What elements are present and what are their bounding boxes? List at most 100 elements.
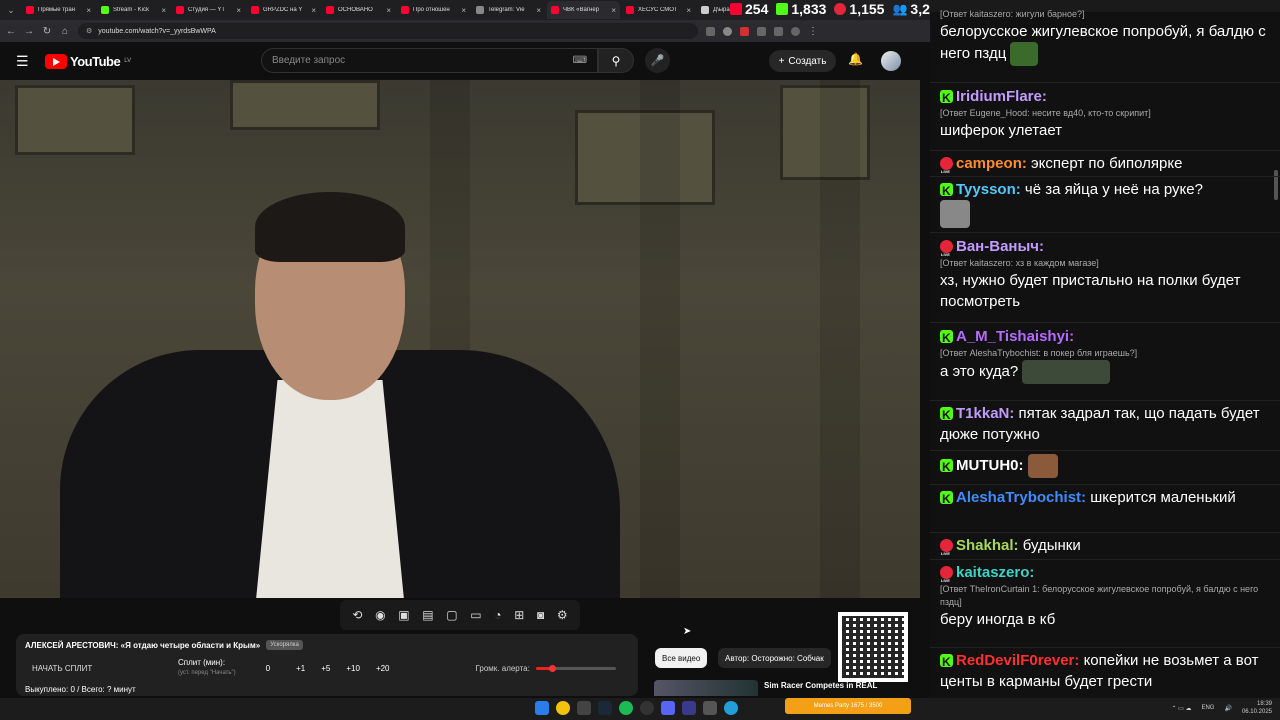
chat-username[interactable]: AleshaTrybochist: bbox=[956, 489, 1086, 506]
extension-icon[interactable] bbox=[757, 26, 766, 36]
chip-author[interactable]: Автор: Осторожно: Собчак bbox=[718, 648, 831, 668]
spotify-icon[interactable] bbox=[619, 701, 633, 715]
extension-icon[interactable] bbox=[706, 26, 715, 36]
chat-username[interactable]: MUTUH0: bbox=[956, 457, 1024, 474]
site-info-icon[interactable]: ⚙ bbox=[86, 27, 92, 35]
discord-icon[interactable] bbox=[661, 701, 675, 715]
browser-tab[interactable]: Stream - Kick × bbox=[97, 1, 170, 19]
split-label-text: Сплит (мин): bbox=[178, 658, 226, 667]
create-button[interactable]: + Создать bbox=[769, 50, 836, 72]
browser-tab[interactable]: GRPZDC на Y × bbox=[247, 1, 320, 19]
app-icon[interactable] bbox=[703, 701, 717, 715]
tab-search-icon[interactable]: ⌄ bbox=[0, 0, 22, 20]
speedup-badge[interactable]: Ускорялка bbox=[266, 640, 303, 650]
back-icon[interactable]: ← bbox=[6, 26, 16, 37]
chat-username[interactable]: T1kkaN: bbox=[956, 405, 1014, 422]
menu-icon[interactable]: ☰ bbox=[16, 53, 30, 70]
close-tab-icon[interactable]: × bbox=[311, 6, 316, 15]
notifications-icon[interactable]: 🔔 bbox=[848, 52, 863, 66]
chip-all-videos[interactable]: Все видео bbox=[655, 648, 708, 668]
close-tab-icon[interactable]: × bbox=[386, 6, 391, 15]
search-button[interactable]: ⚲ bbox=[598, 48, 634, 73]
speed-icon[interactable]: ◔ bbox=[494, 608, 501, 622]
chat-username[interactable]: RedDevilF0rever: bbox=[956, 652, 1079, 669]
increment-button[interactable]: +5 bbox=[321, 664, 330, 673]
add-icon[interactable]: ⊞ bbox=[514, 608, 524, 622]
clock[interactable]: 18:39 06.10.2025 bbox=[1242, 700, 1272, 716]
close-tab-icon[interactable]: × bbox=[686, 6, 691, 15]
volume-icon[interactable]: 🔊 bbox=[1224, 705, 1231, 712]
volume-slider[interactable] bbox=[535, 664, 616, 672]
chat-username[interactable]: Tyysson: bbox=[956, 181, 1021, 198]
increment-button[interactable]: +10 bbox=[346, 664, 360, 673]
avatar[interactable] bbox=[881, 51, 901, 71]
volume-knob[interactable] bbox=[548, 664, 556, 672]
split-minutes-label: Сплит (мин): (уст. перед "Начать") bbox=[178, 658, 236, 678]
youtube-logo[interactable]: YouTube LV bbox=[45, 53, 131, 69]
browser-tab[interactable]: ОСНОВАНО × bbox=[322, 1, 395, 19]
voice-search-button[interactable]: 🎤 bbox=[645, 48, 670, 73]
start-split-button[interactable]: НАЧАТЬ СПЛИТ bbox=[25, 664, 100, 673]
menu-dots-icon[interactable]: ⋮ bbox=[808, 26, 818, 37]
close-tab-icon[interactable]: × bbox=[461, 6, 466, 15]
chat-username[interactable]: A_M_Tishaishyi: bbox=[956, 328, 1074, 345]
theater-icon[interactable]: ▭ bbox=[470, 608, 481, 622]
obs-icon[interactable] bbox=[640, 701, 654, 715]
browser-tab-active[interactable]: ЧВК «Вагнер × bbox=[547, 1, 620, 19]
keyboard-icon[interactable]: ⌨ bbox=[573, 55, 587, 66]
video-player[interactable] bbox=[0, 80, 920, 598]
forward-icon[interactable]: → bbox=[24, 26, 34, 37]
search-input[interactable]: Введите запрос ⌨ bbox=[261, 48, 598, 73]
settings-icon[interactable]: ⚙ bbox=[557, 608, 568, 622]
close-tab-icon[interactable]: × bbox=[161, 6, 166, 15]
crop-icon[interactable]: ▢ bbox=[446, 608, 457, 622]
browser-tab[interactable]: Студия — YT × bbox=[172, 1, 245, 19]
browser-tab[interactable]: ХЕСУС СМОТ × bbox=[622, 1, 695, 19]
home-icon[interactable]: ⌂ bbox=[60, 26, 70, 37]
address-field[interactable]: ⚙ youtube.com/watch?v=_yyrdsBwWPA bbox=[78, 23, 698, 39]
search-icon[interactable] bbox=[577, 701, 591, 715]
close-tab-icon[interactable]: × bbox=[611, 6, 616, 15]
browser-tab[interactable]: Telegram: Vie × bbox=[472, 1, 545, 19]
download-icon[interactable] bbox=[774, 26, 783, 36]
extension-icon[interactable] bbox=[740, 26, 749, 36]
increment-button[interactable]: +20 bbox=[376, 664, 390, 673]
youtube-icon bbox=[730, 3, 742, 15]
tray-icons[interactable]: ⌃ ▭ ☁ bbox=[1171, 705, 1191, 712]
audio-icon[interactable]: ◉ bbox=[375, 608, 385, 622]
chat-username[interactable]: Ван-Ваныч: bbox=[956, 238, 1044, 255]
chat-username[interactable]: campeon: bbox=[956, 155, 1027, 172]
clapper-icon[interactable]: ▤ bbox=[422, 608, 433, 622]
chrome-icon[interactable] bbox=[556, 701, 570, 715]
video-title: АЛЕКСЕЙ АРЕСТОВИЧ: «Я отдаю четыре облас… bbox=[25, 640, 261, 650]
windows-start-icon[interactable] bbox=[535, 701, 549, 715]
url-text: youtube.com/watch?v=_yyrdsBwWPA bbox=[98, 27, 216, 35]
profile-icon[interactable] bbox=[791, 26, 800, 36]
chat-username[interactable]: Shakhal: bbox=[956, 537, 1019, 554]
increment-button[interactable]: +1 bbox=[296, 664, 305, 673]
chat-username[interactable]: IridiumFlare: bbox=[956, 88, 1047, 105]
recommendation-thumbnail[interactable] bbox=[654, 680, 758, 696]
chat-username[interactable]: kaitaszero: bbox=[956, 564, 1034, 581]
steam-icon[interactable] bbox=[598, 701, 612, 715]
media-player-icon[interactable] bbox=[682, 701, 696, 715]
close-tab-icon[interactable]: × bbox=[86, 6, 91, 15]
language-indicator[interactable]: ENG bbox=[1201, 705, 1214, 711]
close-tab-icon[interactable]: × bbox=[536, 6, 541, 15]
close-tab-icon[interactable]: × bbox=[236, 6, 241, 15]
message-text: эксперт по биполярке bbox=[1031, 155, 1183, 172]
kick-icon bbox=[940, 88, 953, 109]
tab-title: Telegram: Vie bbox=[488, 7, 525, 13]
screenshot-icon[interactable]: ◙ bbox=[537, 608, 544, 622]
split-value[interactable]: 0 bbox=[266, 664, 270, 673]
extension-icon[interactable] bbox=[723, 26, 732, 36]
browser-tab[interactable]: Про отношен × bbox=[397, 1, 470, 19]
telegram-icon[interactable] bbox=[724, 701, 738, 715]
reload-icon[interactable]: ↻ bbox=[42, 26, 52, 37]
loop-icon[interactable]: ⟲ bbox=[352, 608, 362, 622]
browser-tab[interactable]: Прямые тран × bbox=[22, 1, 95, 19]
strawberry-emote-icon bbox=[1010, 42, 1039, 66]
mini-player-icon[interactable]: ▣ bbox=[398, 608, 409, 622]
recommendation-title[interactable]: Sim Racer Competes in REAL bbox=[764, 681, 877, 690]
chat-scrollbar[interactable] bbox=[1274, 170, 1278, 200]
